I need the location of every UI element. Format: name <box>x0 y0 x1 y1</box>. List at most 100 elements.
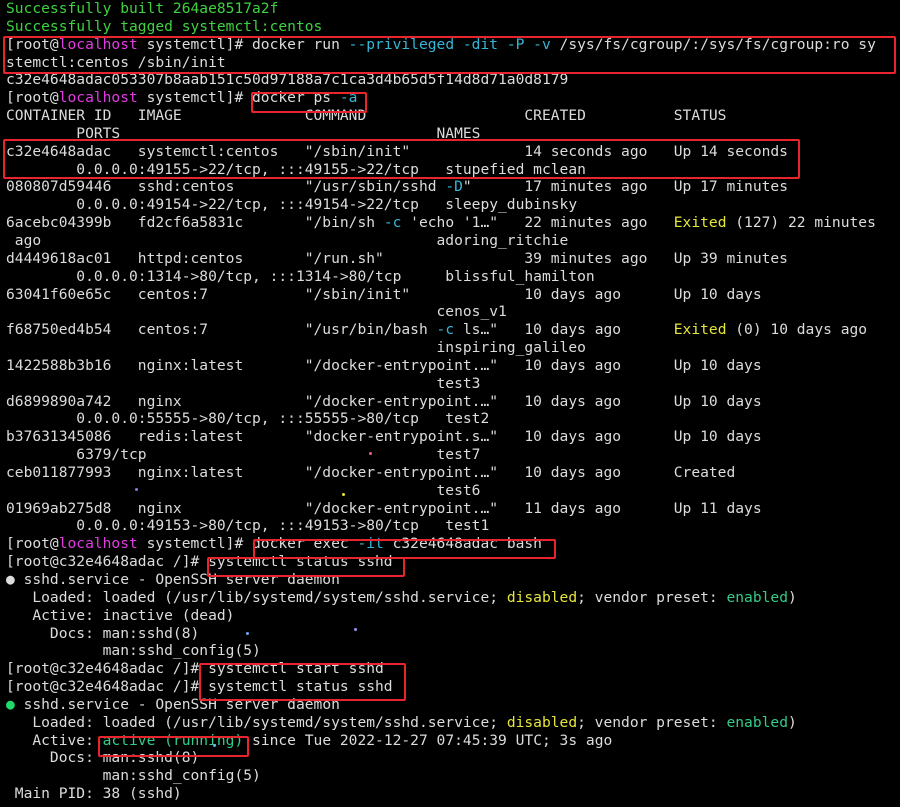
terminal-text-segment: Active: <box>6 731 103 749</box>
terminal-line: man:sshd_config(5) <box>6 767 900 785</box>
terminal-line: [root@c32e4648adac /]# systemctl status … <box>6 553 900 571</box>
terminal-line: 0.0.0.0:55555->80/tcp, :::55555->80/tcp … <box>6 410 900 428</box>
terminal-text-segment: ; vendor preset: <box>577 588 727 606</box>
terminal-text-segment: PORTS NAMES <box>6 124 481 142</box>
terminal-line: [root@c32e4648adac /]# systemctl start s… <box>6 660 900 678</box>
terminal-line: Successfully built 264ae8517a2f <box>6 0 900 18</box>
terminal-line: stemctl:centos /sbin/init <box>6 54 900 72</box>
terminal-text-segment: 080807d59446 sshd:centos "/usr/sbin/sshd <box>6 178 446 196</box>
terminal-text-segment: -c <box>383 214 402 232</box>
terminal-text-segment: Active: inactive (dead) <box>6 606 235 624</box>
terminal-text-segment: -c <box>436 321 455 339</box>
terminal-output: Successfully built 264ae8517a2f Successfu… <box>6 0 900 803</box>
terminal-line: Main PID: 38 (sshd) <box>6 785 900 803</box>
terminal-text-segment: Docs: man:sshd(8) <box>6 624 200 642</box>
terminal-line: ceb011877993 nginx:latest "/docker-entry… <box>6 464 900 482</box>
terminal-line: d6899890a742 nginx "/docker-entrypoint.…… <box>6 393 900 411</box>
terminal-text-segment: 1422588b3b16 nginx:latest "/docker-entry… <box>6 356 762 374</box>
terminal-line: 0.0.0.0:49155->22/tcp, :::49155->22/tcp … <box>6 161 900 179</box>
terminal-text-segment: -a <box>339 89 358 107</box>
terminal-text-segment: [root@c32e4648adac /]# systemctl status … <box>6 553 393 571</box>
terminal-text-segment: disabled <box>506 713 578 731</box>
terminal-text-segment: disabled <box>506 588 578 606</box>
terminal-line: [root@localhost systemctl]# docker run -… <box>6 36 900 54</box>
speck <box>369 452 372 455</box>
terminal-text-segment: ) <box>788 588 797 606</box>
speck <box>135 488 138 491</box>
terminal-text-segment: --privileged -dit -P -v <box>348 35 551 53</box>
terminal-line: Loaded: loaded (/usr/lib/systemd/system/… <box>6 589 900 607</box>
terminal-line: 080807d59446 sshd:centos "/usr/sbin/sshd… <box>6 178 900 196</box>
terminal-line: man:sshd_config(5) <box>6 642 900 660</box>
terminal-text-segment: inspiring_galileo <box>6 339 586 357</box>
terminal-text-segment: Loaded: loaded (/usr/lib/systemd/system/… <box>6 588 507 606</box>
terminal-line: f68750ed4b54 centos:7 "/usr/bin/bash -c … <box>6 321 900 339</box>
terminal-text-segment: systemctl]# docker exec <box>137 535 358 553</box>
terminal-line: 01969ab275d8 nginx "/docker-entrypoint.…… <box>6 500 900 518</box>
speck <box>246 632 249 635</box>
terminal-text-segment: d4449618ac01 httpd:centos "/run.sh" 39 m… <box>6 249 788 267</box>
terminal-text-segment: 0.0.0.0:55555->80/tcp, :::55555->80/tcp … <box>6 410 490 428</box>
terminal-line: cenos_v1 <box>6 303 900 321</box>
terminal-text-segment: localhost <box>58 89 138 107</box>
terminal-line: Active: active (running) since Tue 2022-… <box>6 732 900 750</box>
terminal-text-segment: (0) 10 days ago <box>726 321 868 339</box>
terminal-line: 6acebc04399b fd2cf6a5831c "/bin/sh -c 'e… <box>6 214 900 232</box>
terminal-text-segment: 0.0.0.0:1314->80/tcp, :::1314->80/tcp bl… <box>6 267 595 285</box>
terminal-line: c32e4648adac053307b8aab151c50d97188a7c1c… <box>6 71 900 89</box>
terminal-text-segment: ls…" 10 days ago <box>454 321 674 339</box>
terminal-text-segment: 6acebc04399b fd2cf6a5831c "/bin/sh <box>6 214 384 232</box>
terminal-text-segment: 6379/tcp test7 <box>6 446 481 464</box>
terminal-text-segment: 0.0.0.0:49154->22/tcp, :::49154->22/tcp … <box>6 196 578 214</box>
terminal-text-segment: localhost <box>58 535 138 553</box>
terminal-text-segment: test3 <box>6 374 481 392</box>
terminal-text-segment: 63041f60e65c centos:7 "/sbin/init" 10 da… <box>6 285 762 303</box>
terminal-text-segment: ; vendor preset: <box>577 713 727 731</box>
terminal-text-segment: f68750ed4b54 centos:7 "/usr/bin/bash <box>6 321 437 339</box>
terminal-line: [root@localhost systemctl]# docker ps -a <box>6 89 900 107</box>
terminal-text-segment: test6 <box>6 481 481 499</box>
terminal-line: Docs: man:sshd(8) <box>6 749 900 767</box>
terminal-line: Docs: man:sshd(8) <box>6 625 900 643</box>
terminal-text-segment: 01969ab275d8 nginx "/docker-entrypoint.…… <box>6 499 762 517</box>
terminal-line: Loaded: loaded (/usr/lib/systemd/system/… <box>6 714 900 732</box>
terminal-text-segment: /sys/fs/cgroup/:/sys/fs/cgroup:ro sy <box>550 35 876 53</box>
terminal-line: PORTS NAMES <box>6 125 900 143</box>
terminal-line: ago adoring_ritchie <box>6 232 900 250</box>
terminal-line: d4449618ac01 httpd:centos "/run.sh" 39 m… <box>6 250 900 268</box>
terminal-text-segment: 'echo '1…" 22 minutes ago <box>401 214 674 232</box>
terminal-text-segment: ) <box>788 713 797 731</box>
terminal-line: Active: inactive (dead) <box>6 607 900 625</box>
terminal-text-segment: ago adoring_ritchie <box>6 231 569 249</box>
terminal-text-segment: stemctl:centos /sbin/init <box>6 53 226 71</box>
terminal-text-segment: Successfully built 264ae8517a2f <box>6 0 279 17</box>
terminal-line: ● sshd.service - OpenSSH server daemon <box>6 696 900 714</box>
terminal-text-segment: since Tue 2022-12-27 07:45:39 UTC; 3s ag… <box>243 731 613 749</box>
terminal-line: 0.0.0.0:49153->80/tcp, :::49153->80/tcp … <box>6 517 900 535</box>
speck <box>354 628 357 631</box>
speck <box>213 744 216 747</box>
terminal-line: 6379/tcp test7 <box>6 446 900 464</box>
terminal-text-segment: [root@c32e4648adac /]# systemctl start s… <box>6 660 384 678</box>
terminal-text-segment: cenos_v1 <box>6 303 507 321</box>
terminal-text-segment: b37631345086 redis:latest "docker-entryp… <box>6 428 762 446</box>
terminal-text-segment: Main PID: 38 (sshd) <box>6 785 182 803</box>
terminal-line: 0.0.0.0:49154->22/tcp, :::49154->22/tcp … <box>6 196 900 214</box>
terminal-text-segment: Loaded: loaded (/usr/lib/systemd/system/… <box>6 713 507 731</box>
terminal-line: 63041f60e65c centos:7 "/sbin/init" 10 da… <box>6 286 900 304</box>
terminal-text-segment: systemctl]# docker ps <box>137 89 340 107</box>
terminal-window[interactable]: Successfully built 264ae8517a2f Successfu… <box>0 0 900 807</box>
terminal-text-segment: 0.0.0.0:49155->22/tcp, :::49155->22/tcp … <box>6 160 586 178</box>
terminal-text-segment: -it <box>357 535 384 553</box>
terminal-text-segment: CONTAINER ID IMAGE COMMAND CREATED STATU… <box>6 107 727 125</box>
terminal-text-segment: (127) 22 minutes <box>726 214 876 232</box>
terminal-text-segment: man:sshd_config(5) <box>6 642 261 660</box>
terminal-text-segment: enabled <box>726 588 788 606</box>
terminal-text-segment: systemctl]# docker run <box>137 35 349 53</box>
terminal-text-segment: ● <box>6 695 15 713</box>
terminal-text-segment: [root@c32e4648adac /]# systemctl status … <box>6 678 393 696</box>
terminal-text-segment: " 17 minutes ago Up 17 minutes <box>462 178 788 196</box>
terminal-line: ● sshd.service - OpenSSH server daemon <box>6 571 900 589</box>
terminal-text-segment: d6899890a742 nginx "/docker-entrypoint.…… <box>6 392 762 410</box>
terminal-line: CONTAINER ID IMAGE COMMAND CREATED STATU… <box>6 107 900 125</box>
